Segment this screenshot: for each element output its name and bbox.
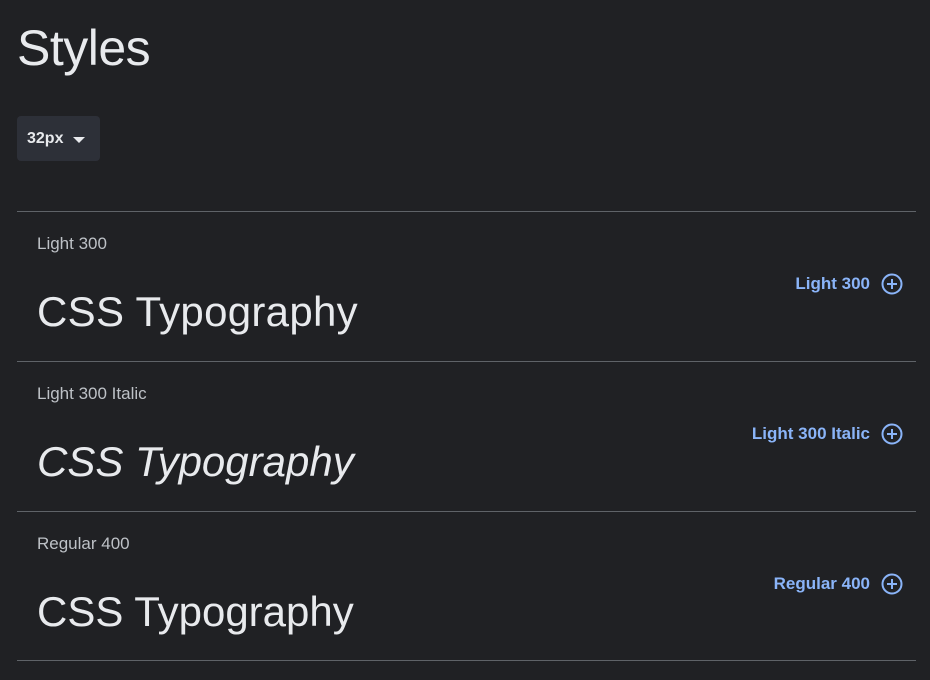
select-style-label: Light 300	[795, 274, 870, 293]
add-circle-icon	[881, 573, 903, 595]
add-circle-icon	[881, 423, 903, 445]
style-name: Light 300 Italic	[37, 384, 147, 403]
select-light-300-button[interactable]: Light 300	[795, 270, 904, 298]
page-title: Styles	[17, 20, 151, 76]
styles-list: Light 300 CSS Typography Light 300 Light…	[17, 211, 916, 661]
add-circle-icon	[881, 273, 903, 295]
style-row-light-300: Light 300 CSS Typography Light 300	[17, 211, 916, 361]
styles-page: Styles 32px Light 300 CSS Typography Lig…	[0, 0, 930, 680]
style-row-regular-400: Regular 400 CSS Typography Regular 400	[17, 511, 916, 661]
caret-down-icon	[73, 136, 86, 143]
style-row-light-300-italic: Light 300 Italic CSS Typography Light 30…	[17, 361, 916, 511]
select-light-300-italic-button[interactable]: Light 300 Italic	[752, 420, 904, 448]
style-name: Light 300	[37, 234, 107, 253]
preview-size-value: 32px	[27, 129, 64, 147]
style-specimen: CSS Typography	[37, 438, 354, 485]
style-specimen: CSS Typography	[37, 588, 354, 635]
select-regular-400-button[interactable]: Regular 400	[774, 570, 904, 598]
select-style-label: Regular 400	[773, 574, 870, 593]
preview-size-select[interactable]: 32px	[17, 116, 100, 161]
select-style-label: Light 300 Italic	[751, 424, 870, 443]
style-specimen: CSS Typography	[37, 288, 358, 335]
style-name: Regular 400	[37, 534, 130, 553]
